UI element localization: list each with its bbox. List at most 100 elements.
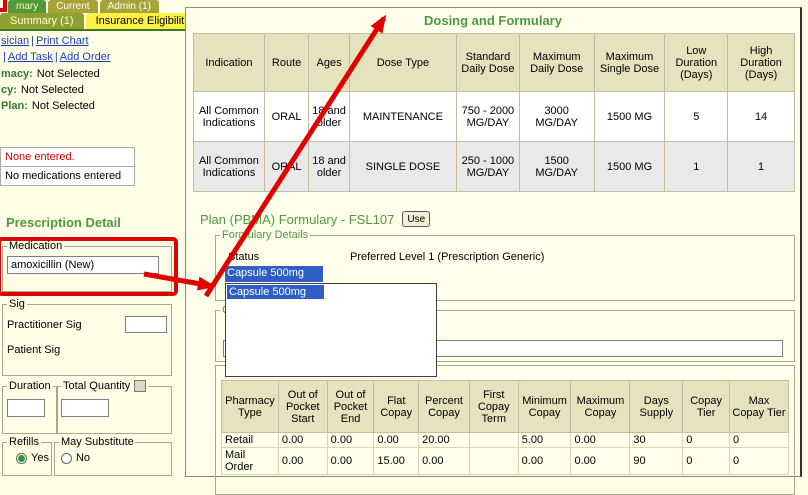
no-radio[interactable] [61, 453, 72, 464]
column-header: Pharmacy Type [222, 381, 279, 433]
column-header: High Duration (Days) [728, 34, 795, 92]
status-label: Status [228, 251, 259, 263]
table-cell: 0 [683, 433, 730, 448]
table-cell: ORAL [264, 92, 309, 142]
column-header: Copay Tier [683, 381, 730, 433]
add-task-link[interactable]: Add Task [8, 51, 53, 63]
dosing-table-head: IndicationRouteAgesDose TypeStandard Dai… [194, 34, 795, 92]
print-chart-link[interactable]: Print Chart [36, 35, 89, 47]
column-header: Maximum Single Dose [594, 34, 665, 92]
column-header: Low Duration (Days) [665, 34, 728, 92]
selection-value: Not Selected [21, 84, 84, 96]
use-button[interactable]: Use [402, 211, 430, 227]
status-value: Preferred Level 1 (Prescription Generic) [350, 251, 544, 263]
copay-table-head: Pharmacy TypeOut of Pocket StartOut of P… [222, 381, 789, 433]
tab-summary-partial[interactable]: mary [8, 0, 46, 13]
column-header: Days Supply [630, 381, 683, 433]
selection-label: cy: [1, 84, 17, 96]
table-cell: Retail [222, 433, 279, 448]
allergies-status-text: None entered. [1, 148, 134, 167]
table-cell: 30 [630, 433, 683, 448]
column-header: Maximum Daily Dose [519, 34, 594, 92]
policy-selection-row: cy: Not Selected [1, 84, 84, 96]
table-cell: 18 and older [309, 142, 349, 192]
total-quantity-input[interactable] [61, 399, 109, 417]
sig-fieldset: Sig Practitioner Sig Patient Sig [2, 298, 172, 376]
yes-radio[interactable] [16, 453, 27, 464]
patient-sig-row: Patient Sig [7, 337, 167, 362]
separator: | [3, 51, 6, 63]
table-cell: 0.00 [327, 433, 374, 448]
total-quantity-fieldset: Total Quantity [56, 380, 172, 434]
form-combobox-input[interactable]: Capsule 500mg [225, 266, 323, 282]
table-cell: Mail Order [222, 448, 279, 475]
pharmacy-selection-row: macy:Not Selected [1, 68, 100, 80]
quantity-calculator-button[interactable] [134, 380, 146, 392]
table-cell: 0.00 [278, 433, 327, 448]
practitioner-sig-label: Practitioner Sig [7, 319, 125, 331]
add-order-link[interactable]: Add Order [60, 51, 111, 63]
table-cell: MAINTENANCE [349, 92, 456, 142]
table-cell: 750 - 2000 MG/DAY [457, 92, 520, 142]
dosing-header-row: IndicationRouteAgesDose TypeStandard Dai… [194, 34, 795, 92]
selection-label: Plan: [1, 100, 28, 112]
sig-legend: Sig [7, 298, 27, 310]
allergy-medication-box: None entered. No medications entered [0, 147, 135, 186]
column-header: Flat Copay [374, 381, 419, 433]
table-cell: 20.00 [419, 433, 470, 448]
table-cell: 0.00 [518, 448, 571, 475]
separator: | [55, 51, 58, 63]
copay-table-body: Retail0.000.000.0020.005.000.003000Mail … [222, 433, 789, 475]
tab-current[interactable]: Current [48, 0, 97, 13]
column-header: First Copay Term [469, 381, 518, 433]
table-row: All Common IndicationsORAL18 and olderMA… [194, 92, 795, 142]
plan-selection-row: Plan: Not Selected [1, 100, 95, 112]
copay-header-row: Pharmacy TypeOut of Pocket StartOut of P… [222, 381, 789, 433]
dosing-formulary-popup: Dosing and Formulary IndicationRouteAges… [185, 7, 802, 477]
column-header: Max Copay Tier [729, 381, 788, 433]
column-header: Maximum Copay [571, 381, 630, 433]
tab-insurance-eligibility[interactable]: Insurance Eligibilit [86, 13, 195, 29]
table-cell: 0.00 [571, 433, 630, 448]
annotation-box-corner [0, 0, 7, 12]
medication-input[interactable] [7, 256, 159, 274]
table-row: All Common IndicationsORAL18 and olderSI… [194, 142, 795, 192]
column-header: Standard Daily Dose [457, 34, 520, 92]
table-cell: 1500 MG [594, 142, 665, 192]
tab-summary[interactable]: Summary (1) [0, 13, 84, 29]
link-row-1: sician|Print Chart [1, 35, 89, 47]
physician-link[interactable]: sician [1, 35, 29, 47]
selection-value: Not Selected [32, 100, 95, 112]
tab-admin[interactable]: Admin (1) [100, 0, 159, 13]
form-dropdown-list: Capsule 500mg [225, 283, 437, 377]
table-cell: 1 [728, 142, 795, 192]
may-substitute-legend: May Substitute [59, 436, 136, 448]
table-cell: 14 [728, 92, 795, 142]
table-cell: 0.00 [278, 448, 327, 475]
practitioner-sig-row: Practitioner Sig [7, 312, 167, 337]
dosing-table: IndicationRouteAgesDose TypeStandard Dai… [193, 33, 795, 192]
column-header: Percent Copay [419, 381, 470, 433]
column-header: Minimum Copay [518, 381, 571, 433]
duration-legend: Duration [7, 380, 53, 392]
table-cell [469, 433, 518, 448]
table-cell: 0 [683, 448, 730, 475]
refills-legend: Refills [7, 436, 41, 448]
table-cell: 3000 MG/DAY [519, 92, 594, 142]
duration-input[interactable] [7, 399, 45, 417]
table-cell: 250 - 1000 MG/DAY [457, 142, 520, 192]
table-row: Retail0.000.000.0020.005.000.003000 [222, 433, 789, 448]
no-label: No [76, 452, 90, 464]
medications-status-text: No medications entered [1, 167, 134, 185]
column-header: Dose Type [349, 34, 456, 92]
duration-fieldset: Duration [2, 380, 58, 434]
practitioner-sig-input[interactable] [125, 316, 167, 333]
total-quantity-label: Total Quantity [63, 380, 130, 392]
may-substitute-radio-group: Yes No [16, 452, 98, 464]
plan-formulary-title: Plan (PBMA) Formulary - FSL107 [200, 212, 394, 227]
chart-tab-bar: Summary (1) Insurance Eligibilit [0, 13, 194, 29]
status-row: Status Preferred Level 1 (Prescription G… [220, 251, 790, 263]
dropdown-option-capsule-500mg[interactable]: Capsule 500mg [227, 285, 324, 299]
table-cell: 0 [729, 433, 788, 448]
yes-label: Yes [31, 452, 49, 464]
